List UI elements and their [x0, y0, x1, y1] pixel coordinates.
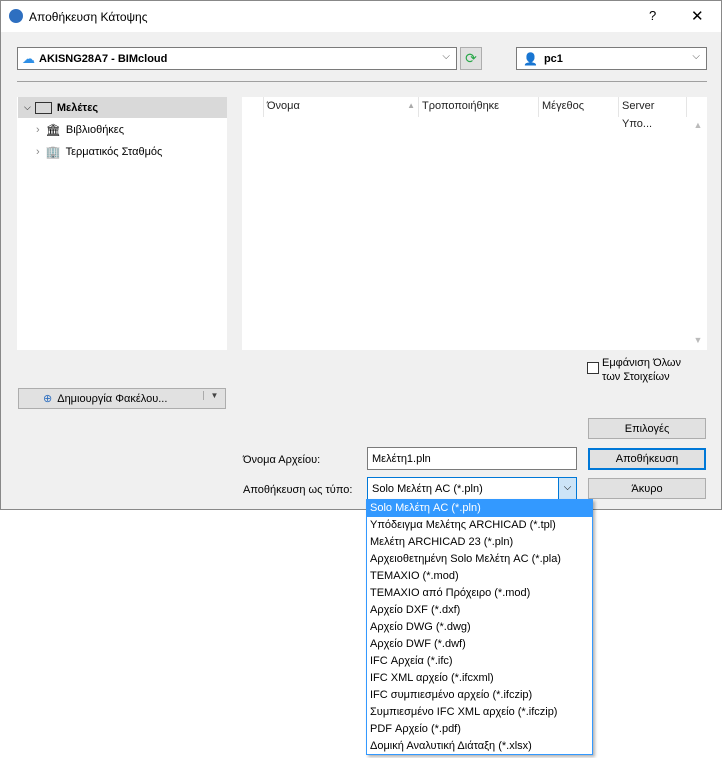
- dropdown-arrow-icon[interactable]: ▼: [203, 391, 225, 400]
- user-icon: 👤: [523, 51, 538, 66]
- folder-icon: [34, 101, 52, 114]
- save-button[interactable]: Αποθήκευση: [588, 448, 706, 470]
- chevron-down-icon: ⌵: [558, 478, 576, 499]
- sort-up-icon: ▲: [407, 101, 415, 110]
- tree-label: Βιβλιοθήκες: [65, 123, 125, 136]
- column-name[interactable]: Όνομα ▲: [264, 97, 419, 117]
- filetype-option[interactable]: ΤΕΜΑΧΙΟ από Πρόχειρο (*.mod): [367, 585, 592, 602]
- filetype-option[interactable]: Αρχειοθετημένη Solo Μελέτη AC (*.pla): [367, 551, 592, 568]
- filetype-option[interactable]: Αρχείο DXF (*.dxf): [367, 602, 592, 619]
- tree-label: Τερματικός Σταθμός: [65, 145, 163, 158]
- filetype-option[interactable]: Αρχείο DWF (*.dwf): [367, 636, 592, 653]
- column-server[interactable]: Server Υπο...: [619, 97, 687, 130]
- filetype-option[interactable]: PDF Αρχείο (*.pdf): [367, 721, 592, 738]
- filetype-option[interactable]: ΤΕΜΑΧΙΟ (*.mod): [367, 568, 592, 585]
- close-button[interactable]: ✕: [691, 7, 704, 25]
- window-title: Αποθήκευση Κάτοψης: [29, 10, 148, 24]
- cloud-icon: ☁: [22, 50, 35, 66]
- building-icon: 🏢: [45, 144, 61, 159]
- file-list: [242, 97, 707, 350]
- chevron-right-icon: ›: [36, 123, 40, 136]
- user-select[interactable]: 👤 pc1 ⌵: [516, 47, 707, 70]
- filetype-label: Αποθήκευση ως τύπο:: [243, 484, 353, 496]
- save-dialog: Αποθήκευση Κάτοψης ? ✕ ☁ AKISNG28A7 - BI…: [0, 0, 722, 510]
- filetype-select[interactable]: Solo Μελέτη AC (*.pln) ⌵: [367, 477, 577, 500]
- filetype-option[interactable]: Υπόδειγμα Μελέτης ARCHICAD (*.tpl): [367, 517, 592, 534]
- filetype-option[interactable]: IFC XML αρχείο (*.ifcxml): [367, 670, 592, 687]
- column-modified[interactable]: Τροποποιήθηκε: [419, 97, 539, 117]
- chevron-down-icon: ⌵: [692, 51, 700, 62]
- filename-label: Όνομα Αρχείου:: [243, 454, 321, 466]
- tree-item-libraries[interactable]: › 🏛 Βιβλιοθήκες: [18, 119, 227, 140]
- title-bar: Αποθήκευση Κάτοψης ? ✕: [1, 1, 721, 32]
- header-spacer: [242, 97, 264, 117]
- new-folder-icon: ⊕: [43, 393, 53, 405]
- column-size[interactable]: Μέγεθος: [539, 97, 619, 117]
- new-folder-button[interactable]: ⊕ Δημιουργία Φακέλου... ▼: [18, 388, 226, 409]
- filetype-option[interactable]: IFC συμπιεσμένο αρχείο (*.ifczip): [367, 687, 592, 704]
- server-select[interactable]: ☁ AKISNG28A7 - BIMcloud ⌵: [17, 47, 457, 70]
- filetype-option[interactable]: Solo Μελέτη AC (*.pln): [367, 500, 592, 517]
- tree-label: Μελέτες: [56, 101, 99, 114]
- tree-item-workstation[interactable]: › 🏢 Τερματικός Σταθμός: [18, 141, 227, 162]
- filename-input[interactable]: Μελέτη1.pln: [367, 447, 577, 470]
- chevron-down-icon: ⌵: [442, 51, 450, 62]
- filetype-dropdown-list: Solo Μελέτη AC (*.pln) Υπόδειγμα Μελέτης …: [366, 499, 593, 755]
- chevron-right-icon: ›: [36, 145, 40, 158]
- show-all-label: Εμφάνιση Όλων των Στοιχείων: [602, 357, 682, 383]
- filetype-option[interactable]: Συμπιεσμένο IFC XML αρχείο (*.ifczip): [367, 704, 592, 721]
- options-button[interactable]: Επιλογές: [588, 418, 706, 439]
- filetype-option[interactable]: Δομική Αναλυτική Διάταξη (*.xlsx): [367, 738, 592, 755]
- server-value: AKISNG28A7 - BIMcloud: [39, 52, 168, 65]
- divider: [17, 81, 707, 82]
- filetype-option[interactable]: Μελέτη ARCHICAD 23 (*.pln): [367, 534, 592, 551]
- refresh-button[interactable]: ⟳: [460, 47, 482, 70]
- chevron-down-icon: ⌵: [24, 102, 31, 112]
- tree-item-projects[interactable]: ⌵ Μελέτες: [18, 97, 227, 118]
- user-value: pc1: [543, 52, 563, 65]
- archicad-logo-icon: [9, 9, 23, 23]
- cancel-button[interactable]: Άκυρο: [588, 478, 706, 499]
- help-button[interactable]: ?: [649, 8, 656, 23]
- scrollbar[interactable]: ▲ ▼: [689, 117, 707, 350]
- library-icon: 🏛: [45, 122, 61, 137]
- filetype-option[interactable]: Αρχείο DWG (*.dwg): [367, 619, 592, 636]
- show-all-checkbox[interactable]: [587, 362, 599, 374]
- filetype-option[interactable]: IFC Αρχεία (*.ifc): [367, 653, 592, 670]
